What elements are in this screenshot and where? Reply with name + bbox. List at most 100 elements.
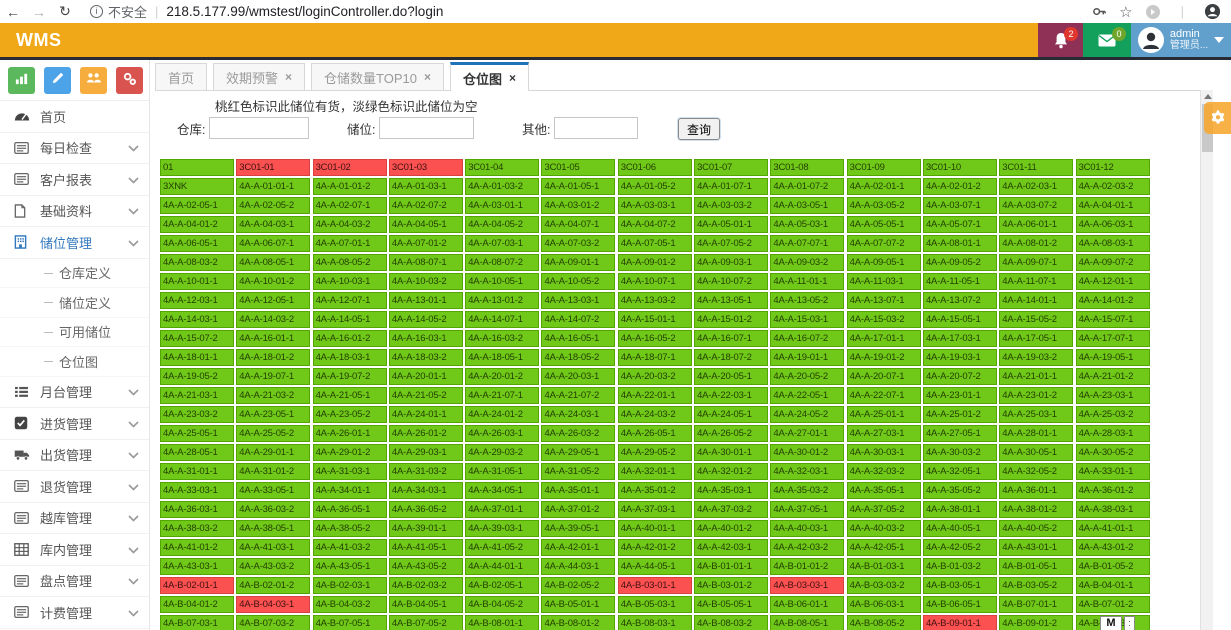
storage-cell[interactable]: 4A-A-30-05-1 xyxy=(999,444,1074,461)
storage-cell[interactable]: 4A-A-08-05-2 xyxy=(312,254,387,271)
storage-cell[interactable]: 4A-A-24-01-2 xyxy=(465,406,540,423)
storage-cell[interactable]: 4A-A-38-01-1 xyxy=(922,501,997,518)
storage-cell[interactable]: 4A-A-40-05-1 xyxy=(922,520,997,537)
storage-cell[interactable]: 4A-A-40-03-2 xyxy=(846,520,921,537)
storage-cell[interactable]: 4A-A-20-03-2 xyxy=(617,368,692,385)
forward-icon[interactable]: → xyxy=(26,4,52,20)
storage-cell[interactable]: 4A-A-23-05-2 xyxy=(312,406,387,423)
storage-cell[interactable]: 4A-A-29-01-2 xyxy=(312,444,387,461)
storage-cell[interactable]: 4A-B-02-05-2 xyxy=(541,577,616,594)
storage-cell[interactable]: 4A-A-16-03-1 xyxy=(388,330,463,347)
storage-cell[interactable]: 4A-A-04-05-1 xyxy=(388,216,463,233)
storage-cell[interactable]: 4A-A-04-07-1 xyxy=(541,216,616,233)
storage-cell[interactable]: 4A-A-09-03-1 xyxy=(694,254,769,271)
storage-cell[interactable]: 4A-A-15-01-1 xyxy=(617,311,692,328)
storage-cell[interactable]: 4A-A-02-01-2 xyxy=(922,178,997,195)
sidebar-item-储位管理[interactable]: 储位管理 xyxy=(0,227,149,259)
storage-cell[interactable]: 4A-A-07-05-1 xyxy=(617,235,692,252)
storage-cell[interactable]: 4A-A-07-05-2 xyxy=(694,235,769,252)
storage-cell[interactable]: 4A-B-09-01-2 xyxy=(999,615,1074,630)
edit-button[interactable] xyxy=(44,67,71,94)
storage-cell[interactable]: 4A-A-26-01-1 xyxy=(312,425,387,442)
storage-cell[interactable]: 4A-B-02-03-2 xyxy=(388,577,463,594)
storage-cell[interactable]: 3C01-04 xyxy=(465,159,540,176)
storage-cell[interactable]: 4A-A-05-01-1 xyxy=(694,216,769,233)
storage-cell[interactable]: 4A-A-03-05-1 xyxy=(770,197,845,214)
storage-cell[interactable]: 4A-A-19-07-2 xyxy=(312,368,387,385)
storage-cell[interactable]: 4A-A-25-01-1 xyxy=(846,406,921,423)
storage-cell[interactable]: 4A-A-34-03-1 xyxy=(388,482,463,499)
storage-cell[interactable]: 4A-A-20-07-1 xyxy=(846,368,921,385)
storage-cell[interactable]: 4A-A-19-03-1 xyxy=(922,349,997,366)
tab-close-icon[interactable]: × xyxy=(424,70,431,84)
user-menu[interactable]: admin 管理员... xyxy=(1131,23,1231,57)
storage-cell[interactable]: 4A-A-07-03-2 xyxy=(541,235,616,252)
storage-cell[interactable]: 4A-A-35-05-1 xyxy=(846,482,921,499)
storage-cell[interactable]: 4A-A-16-07-2 xyxy=(770,330,845,347)
storage-cell[interactable]: 4A-A-36-03-2 xyxy=(236,501,311,518)
storage-cell[interactable]: 4A-A-24-03-2 xyxy=(617,406,692,423)
storage-cell[interactable]: 4A-A-29-05-2 xyxy=(617,444,692,461)
vertical-scrollbar[interactable] xyxy=(1200,90,1213,630)
storage-cell[interactable]: 4A-A-12-03-1 xyxy=(160,292,234,309)
storage-cell[interactable]: 4A-B-07-05-2 xyxy=(388,615,463,630)
sidebar-item-出货管理[interactable]: 出货管理 xyxy=(0,440,149,471)
sidebar-subitem-仓位图[interactable]: 仓位图 xyxy=(0,347,149,377)
info-icon[interactable]: i xyxy=(90,5,103,18)
profile-icon[interactable] xyxy=(1204,3,1221,20)
storage-cell[interactable]: 4A-A-03-03-1 xyxy=(617,197,692,214)
storage-cell[interactable]: 4A-A-27-03-1 xyxy=(846,425,921,442)
storage-cell[interactable]: 4A-A-44-01-1 xyxy=(465,558,540,575)
storage-cell[interactable]: 4A-B-07-01-1 xyxy=(999,596,1074,613)
storage-cell[interactable]: 4A-A-43-01-2 xyxy=(1075,539,1150,556)
notifications-button[interactable]: 2 xyxy=(1038,23,1083,57)
tab-close-icon[interactable]: × xyxy=(509,71,516,85)
storage-cell[interactable]: 4A-A-08-03-1 xyxy=(1075,235,1150,252)
storage-cell[interactable]: 4A-A-16-01-2 xyxy=(312,330,387,347)
storage-cell[interactable]: 4A-A-37-05-1 xyxy=(770,501,845,518)
storage-cell[interactable]: 3C01-08 xyxy=(770,159,845,176)
storage-cell[interactable]: 4A-A-13-03-2 xyxy=(617,292,692,309)
storage-cell[interactable]: 4A-A-22-03-1 xyxy=(694,387,769,404)
storage-cell[interactable]: 4A-A-43-03-1 xyxy=(160,558,234,575)
storage-cell[interactable]: 4A-A-14-05-2 xyxy=(388,311,463,328)
storage-cell[interactable]: 4A-A-43-05-2 xyxy=(388,558,463,575)
storage-cell[interactable]: 4A-A-03-01-1 xyxy=(465,197,540,214)
storage-cell[interactable]: 3C01-02 xyxy=(312,159,387,176)
storage-cell[interactable]: 4A-A-14-03-2 xyxy=(236,311,311,328)
storage-cell[interactable]: 4A-A-18-03-1 xyxy=(312,349,387,366)
storage-cell[interactable]: 4A-B-07-01-2 xyxy=(1075,596,1150,613)
storage-cell[interactable]: 4A-A-03-07-2 xyxy=(999,197,1074,214)
storage-cell[interactable]: 4A-A-25-01-2 xyxy=(922,406,997,423)
storage-cell[interactable]: 4A-A-03-03-2 xyxy=(694,197,769,214)
sidebar-item-退货管理[interactable]: 退货管理 xyxy=(0,471,149,503)
ime-indicator[interactable]: M : xyxy=(1100,616,1135,630)
storage-cell[interactable]: 4A-B-01-01-2 xyxy=(770,558,845,575)
storage-cell[interactable]: 4A-A-37-05-2 xyxy=(846,501,921,518)
storage-cell[interactable]: 4A-A-04-05-2 xyxy=(465,216,540,233)
storage-cell[interactable]: 4A-A-34-01-1 xyxy=(312,482,387,499)
storage-cell[interactable]: 3C01-12 xyxy=(1075,159,1150,176)
storage-cell[interactable]: 4A-A-12-07-1 xyxy=(312,292,387,309)
storage-cell[interactable]: 4A-A-23-03-1 xyxy=(1075,387,1150,404)
storage-cell[interactable]: 3C01-10 xyxy=(922,159,997,176)
storage-cell[interactable]: 4A-A-11-07-1 xyxy=(999,273,1074,290)
storage-cell[interactable]: 4A-A-20-07-2 xyxy=(922,368,997,385)
storage-cell[interactable]: 4A-A-36-01-1 xyxy=(999,482,1074,499)
storage-cell[interactable]: 4A-A-25-05-2 xyxy=(236,425,311,442)
storage-cell[interactable]: 4A-B-08-01-2 xyxy=(541,615,616,630)
storage-cell[interactable]: 4A-A-08-05-1 xyxy=(236,254,311,271)
storage-cell[interactable]: 4A-A-12-05-1 xyxy=(236,292,311,309)
storage-cell[interactable]: 4A-A-30-01-1 xyxy=(694,444,769,461)
storage-cell[interactable]: 4A-A-16-05-2 xyxy=(617,330,692,347)
storage-cell[interactable]: 4A-A-42-03-1 xyxy=(694,539,769,556)
storage-cell[interactable]: 4A-A-37-03-2 xyxy=(694,501,769,518)
storage-cell[interactable]: 4A-A-24-05-1 xyxy=(694,406,769,423)
storage-cell[interactable]: 4A-A-29-03-1 xyxy=(388,444,463,461)
storage-cell[interactable]: 4A-A-16-07-1 xyxy=(694,330,769,347)
storage-cell[interactable]: 4A-A-28-05-1 xyxy=(160,444,234,461)
storage-cell[interactable]: 4A-A-35-03-1 xyxy=(694,482,769,499)
storage-cell[interactable]: 4A-A-08-03-2 xyxy=(160,254,234,271)
storage-cell[interactable]: 4A-A-24-01-1 xyxy=(388,406,463,423)
storage-cell[interactable]: 4A-A-36-05-1 xyxy=(312,501,387,518)
